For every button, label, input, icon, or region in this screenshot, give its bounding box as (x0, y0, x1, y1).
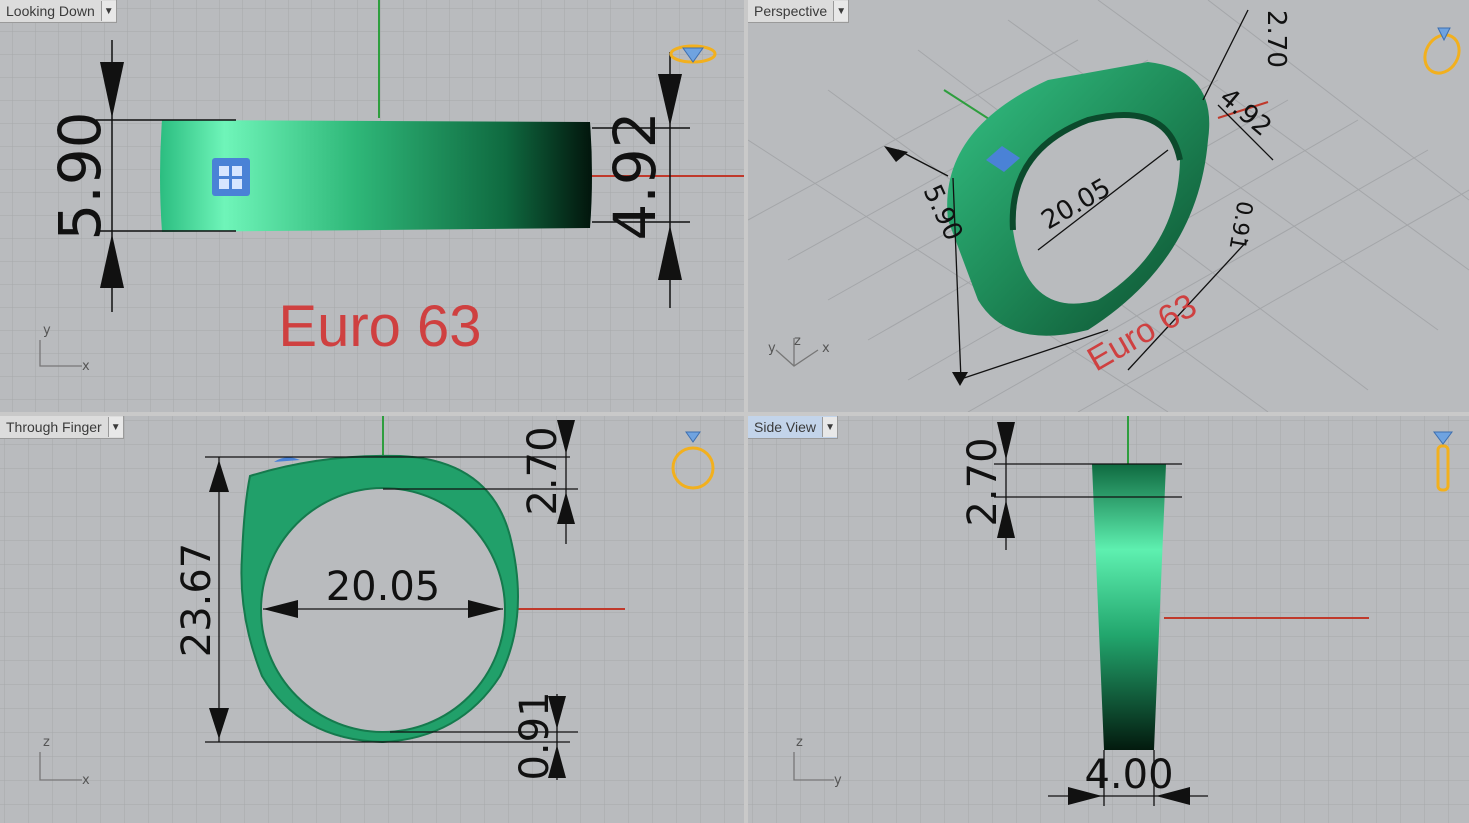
viewport-perspective-canvas[interactable]: 5.90 20.05 2.70 4.92 0.91 Euro 63 y z x (748, 0, 1469, 412)
viewport-side-view[interactable]: 2.70 4.00 z y Side View ▼ (748, 416, 1469, 823)
viewport-tab-perspective[interactable]: Perspective ▼ (748, 0, 850, 23)
chevron-down-icon[interactable]: ▼ (822, 417, 838, 437)
viewport-looking-down-canvas[interactable]: 5.90 4.92 Euro 63 y x (0, 0, 744, 412)
chevron-down-icon[interactable]: ▼ (107, 417, 123, 437)
dim-bottom-text: 0.91 (512, 691, 558, 780)
viewport-title: Side View (754, 419, 817, 435)
dim-right-text: 4.92 (601, 111, 669, 240)
axis-label-y: y (834, 773, 842, 788)
chevron-down-icon[interactable]: ▼ (100, 1, 116, 21)
axis-label-x: x (82, 773, 90, 788)
dim-text: 2.70 (1261, 10, 1291, 68)
viewport-title: Through Finger (6, 419, 102, 435)
gem-facet (219, 179, 229, 189)
gem-facet (232, 166, 242, 176)
viewport-tab-through-finger[interactable]: Through Finger ▼ (0, 416, 124, 439)
axis-label-y: y (768, 341, 776, 356)
axis-label-z: z (43, 735, 50, 750)
viewport-side-view-canvas[interactable]: 2.70 4.00 z y (748, 416, 1469, 823)
axis-label-z: z (794, 334, 801, 349)
dim-height-text: 5.90 (46, 111, 114, 240)
dim-bottom-text: 4.00 (1084, 752, 1173, 798)
axis-label-z: z (796, 735, 803, 750)
axis-label-x: x (822, 341, 830, 356)
chevron-down-icon[interactable]: ▼ (833, 1, 849, 21)
ring-body[interactable] (1092, 464, 1166, 750)
dim-inner-text: 20.05 (326, 564, 441, 610)
viewport-through-finger-canvas[interactable]: 23.67 20.05 2.70 0.91 z x (0, 416, 744, 823)
dim-height-text: 23.67 (174, 543, 220, 658)
dim-top-text: 2.70 (520, 426, 566, 515)
axis-label-y: y (43, 323, 51, 338)
gem-setting[interactable] (212, 158, 250, 196)
viewport-tab-looking-down[interactable]: Looking Down ▼ (0, 0, 117, 23)
size-label: Euro 63 (278, 294, 481, 359)
dim-top-text: 2.70 (960, 437, 1006, 526)
axis-label-x: x (82, 359, 90, 374)
viewport-title: Perspective (754, 3, 828, 19)
viewport-tab-side-view[interactable]: Side View ▼ (748, 416, 839, 439)
viewport-looking-down[interactable]: 5.90 4.92 Euro 63 y x Looking Down ▼ (0, 0, 744, 412)
viewport-perspective[interactable]: 5.90 20.05 2.70 4.92 0.91 Euro 63 y z x … (748, 0, 1469, 412)
gem-facet (219, 166, 229, 176)
gem-facet (232, 179, 242, 189)
viewport-through-finger[interactable]: 23.67 20.05 2.70 0.91 z x Through Finger… (0, 416, 744, 823)
viewport-title: Looking Down (6, 3, 95, 19)
